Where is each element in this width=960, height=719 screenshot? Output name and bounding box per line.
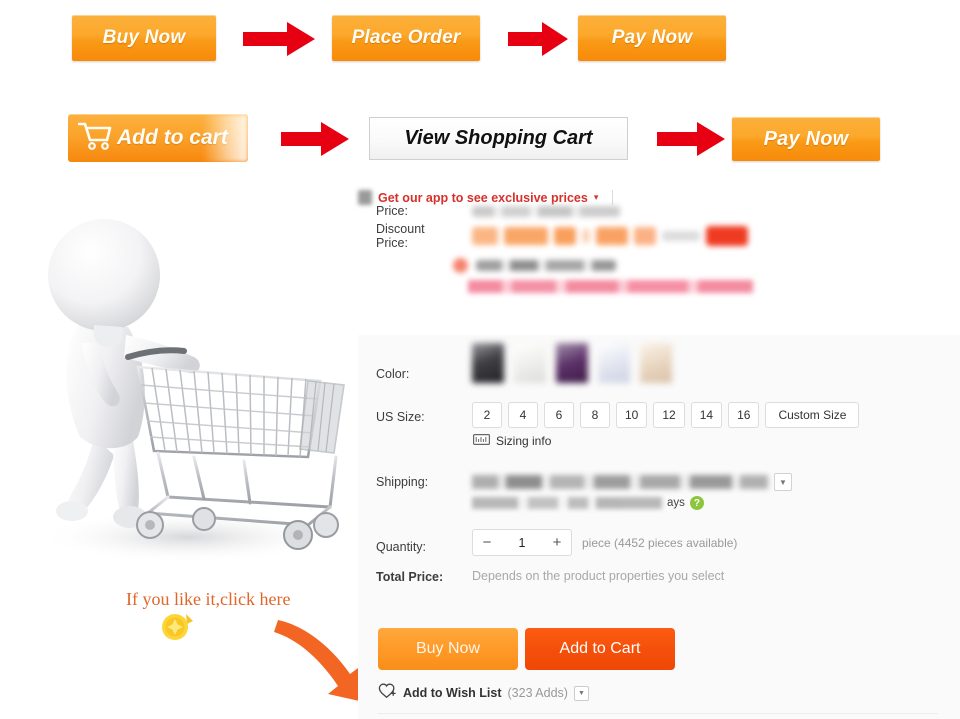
shipping-method-line: ▼ <box>472 473 792 491</box>
color-swatch-list <box>472 343 672 383</box>
quantity-label: Quantity: <box>376 540 427 554</box>
flow-bottom-step-view-cart[interactable]: View Shopping Cart <box>369 117 628 160</box>
right-arrow-icon <box>243 22 315 56</box>
shipping-row: Shipping: ▼ ays ? <box>376 473 792 510</box>
discount-price-label: Discount Price: <box>376 222 425 250</box>
button-label: Buy Now <box>415 640 481 657</box>
shipping-eta-hidden <box>472 497 662 509</box>
discount-price-row: Discount Price: <box>376 222 748 250</box>
question-mark-icon[interactable]: ? <box>689 496 704 510</box>
button-label: Add to Cart <box>559 640 641 657</box>
app-exclusive-price-promo[interactable]: Get our app to see exclusive prices ▾ <box>358 190 960 205</box>
color-swatch[interactable] <box>472 343 504 383</box>
size-option-10[interactable]: 10 <box>616 402 648 428</box>
add-to-wishlist-link[interactable]: Add to Wish List (323 Adds) ▼ <box>378 682 589 704</box>
flow-bottom-step-pay-now[interactable]: Pay Now <box>732 117 880 161</box>
buy-now-button[interactable]: Buy Now <box>378 628 518 670</box>
extra-price-line-hidden <box>453 258 616 273</box>
button-label: Buy Now <box>102 27 186 48</box>
button-label: Add to cart <box>117 126 228 149</box>
flow-top-step-place-order[interactable]: Place Order <box>332 15 480 61</box>
chevron-down-icon[interactable]: ▼ <box>774 473 792 491</box>
color-row: Color: <box>376 343 672 383</box>
divider <box>378 713 938 714</box>
shipping-days-text: ays <box>667 497 685 509</box>
size-option-12[interactable]: 12 <box>653 402 685 428</box>
price-row: Price: <box>376 204 620 219</box>
total-price-note: Depends on the product properties you se… <box>472 569 725 583</box>
size-option-4[interactable]: 4 <box>508 402 538 428</box>
size-option-16[interactable]: 16 <box>728 402 760 428</box>
app-badge-icon <box>358 190 372 205</box>
chevron-down-icon[interactable]: ▼ <box>573 685 589 701</box>
button-label: Pay Now <box>763 127 849 150</box>
heart-plus-icon <box>378 682 397 704</box>
color-label: Color: <box>376 367 410 381</box>
shipping-value-group: ▼ ays ? <box>472 473 792 510</box>
flow-top-step-buy-now[interactable]: Buy Now <box>72 15 216 61</box>
button-label: View Shopping Cart <box>404 127 593 149</box>
total-price-label: Total Price: <box>376 570 444 584</box>
discount-price-value-hidden <box>472 226 748 246</box>
us-size-label: US Size: <box>376 410 425 424</box>
us-size-options: 2 4 6 8 10 12 14 16 Custom Size <box>472 402 860 428</box>
button-label: Pay Now <box>611 27 693 48</box>
sizing-info-link[interactable]: Sizing info <box>473 432 551 450</box>
shipping-label: Shipping: <box>376 475 429 489</box>
add-to-cart-button[interactable]: Add to Cart <box>525 628 675 670</box>
quantity-availability-note: piece (4452 pieces available) <box>582 535 738 550</box>
click-here-annotation: If you like it,click here <box>126 589 291 609</box>
right-arrow-icon <box>508 22 568 56</box>
chevron-down-icon[interactable]: ▾ <box>594 192 599 203</box>
total-price-row: Total Price: Depends on the product prop… <box>376 569 725 585</box>
color-swatch[interactable] <box>640 343 672 383</box>
color-swatch[interactable] <box>556 343 588 383</box>
price-value-hidden <box>472 206 620 217</box>
promo-bar-hidden-fill <box>468 280 753 293</box>
us-size-row: US Size: 2 4 6 8 10 12 14 16 Custom Size <box>376 402 860 428</box>
shipping-method-hidden <box>472 475 768 489</box>
quantity-decrement-button[interactable]: − <box>473 530 501 555</box>
quantity-stepper-group: − 1 + piece (4452 pieces available) <box>472 529 737 556</box>
quantity-input[interactable]: 1 <box>501 536 543 550</box>
size-option-2[interactable]: 2 <box>472 402 502 428</box>
quantity-stepper[interactable]: − 1 + <box>472 529 572 556</box>
flow-bottom-step-add-to-cart[interactable]: Add to cart <box>68 114 248 162</box>
size-option-8[interactable]: 8 <box>580 402 610 428</box>
wishlist-count: (323 Adds) <box>507 686 568 700</box>
shopping-cart-icon <box>77 120 112 156</box>
shipping-eta-line: ays ? <box>472 496 792 510</box>
product-detail-panel: Price: Discount Price: Get our app to se… <box>358 190 960 719</box>
color-swatch[interactable] <box>514 343 546 383</box>
right-arrow-icon <box>281 122 349 156</box>
size-option-14[interactable]: 14 <box>690 402 723 428</box>
size-option-6[interactable]: 6 <box>544 402 574 428</box>
gold-coin-icon <box>160 610 194 644</box>
hero-illustration <box>8 185 358 585</box>
quantity-row: Quantity: − 1 + piece (4452 pieces avail… <box>376 529 737 556</box>
price-label: Price: <box>376 204 408 218</box>
flow-top-step-pay-now[interactable]: Pay Now <box>578 15 726 61</box>
wishlist-label: Add to Wish List <box>403 686 502 700</box>
right-arrow-icon <box>657 122 725 156</box>
button-label: Place Order <box>351 27 461 48</box>
sizing-info-label: Sizing info <box>496 434 552 448</box>
size-option-custom[interactable]: Custom Size <box>765 402 860 428</box>
color-swatch[interactable] <box>598 343 630 383</box>
divider <box>612 190 614 205</box>
page-root: Buy Now Place Order Pay Now Add to cart <box>0 0 960 719</box>
app-promo-label: Get our app to see exclusive prices <box>378 190 588 205</box>
ruler-icon <box>473 432 491 450</box>
quantity-increment-button[interactable]: + <box>543 530 571 555</box>
